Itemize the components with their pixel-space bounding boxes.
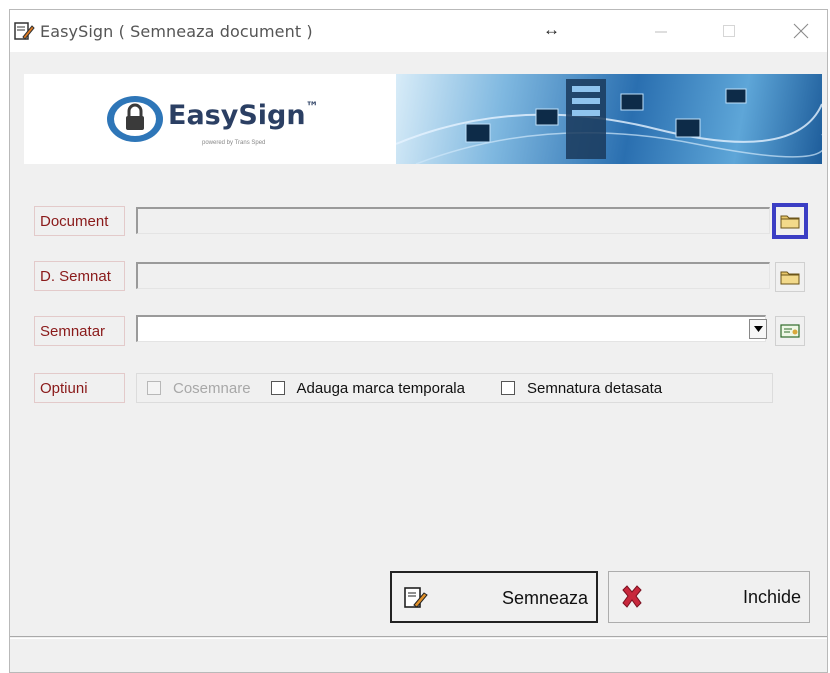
status-divider [10,636,827,637]
logo-tagline: powered by Trans Sped [202,140,266,146]
title-bar: EasySign ( Semneaza document ) ↔ [10,10,827,52]
window-title: EasySign ( Semneaza document ) [40,22,313,41]
semnatura-detasata-option[interactable]: Semnatura detasata [500,379,663,397]
lock-logo-icon [107,96,163,142]
marca-temporala-checkbox[interactable] [270,381,285,395]
network-image [395,79,822,164]
chevron-down-icon [753,326,763,332]
minimize-icon [655,31,667,33]
app-icon [14,22,35,40]
select-certificate-button[interactable] [775,316,805,346]
close-x-icon [622,585,642,608]
folder-icon [780,215,800,229]
cosemnare-label: Cosemnare [173,379,251,397]
resize-icon[interactable]: ↔ [543,20,560,40]
logo-name: EasySign [168,100,306,131]
cosemnare-checkbox [147,381,161,395]
optiuni-label: Optiuni [34,373,125,403]
marca-temporala-label: Adauga marca temporala [296,379,465,397]
certificate-icon [780,324,800,338]
network-illustration [395,74,822,164]
d-semnat-label: D. Semnat [34,261,125,291]
maximize-button[interactable] [706,16,752,46]
semnatar-dropdown-button[interactable] [749,319,767,339]
folder-icon [780,271,800,285]
semneaza-label: Semneaza [501,588,588,608]
semnatar-combobox[interactable] [136,315,766,342]
close-icon [793,23,809,39]
marca-temporala-option[interactable]: Adauga marca temporala [270,379,465,397]
maximize-icon [723,25,735,37]
browse-d-semnat-button[interactable] [775,262,805,292]
easysign-window: EasySign ( Semneaza document ) ↔ EasySig… [9,9,828,673]
semnatura-detasata-checkbox[interactable] [500,381,515,395]
semnatar-label: Semnatar [34,316,125,346]
logo-trademark: ™ [305,100,319,115]
inchide-button[interactable]: Inchide [608,571,810,623]
document-label: Document [34,206,125,236]
status-divider-highlight [10,638,827,639]
semnatura-detasata-label: Semnatura detasata [526,379,663,397]
close-window-button[interactable] [778,16,824,46]
cosemnare-option: Cosemnare [147,380,251,397]
inchide-label: Inchide [742,587,801,607]
semneaza-button[interactable]: Semneaza [390,571,598,623]
d-semnat-field[interactable] [136,262,770,289]
sign-document-icon [404,587,428,608]
minimize-button[interactable] [638,16,684,46]
browse-document-button[interactable] [772,203,808,239]
logo-wordmark: EasySign™ [168,100,319,131]
document-field[interactable] [136,207,770,234]
easysign-banner: EasySign™ powered by Trans Sped [24,74,822,164]
options-group: Cosemnare Adauga marca temporala Semnatu… [136,373,773,403]
